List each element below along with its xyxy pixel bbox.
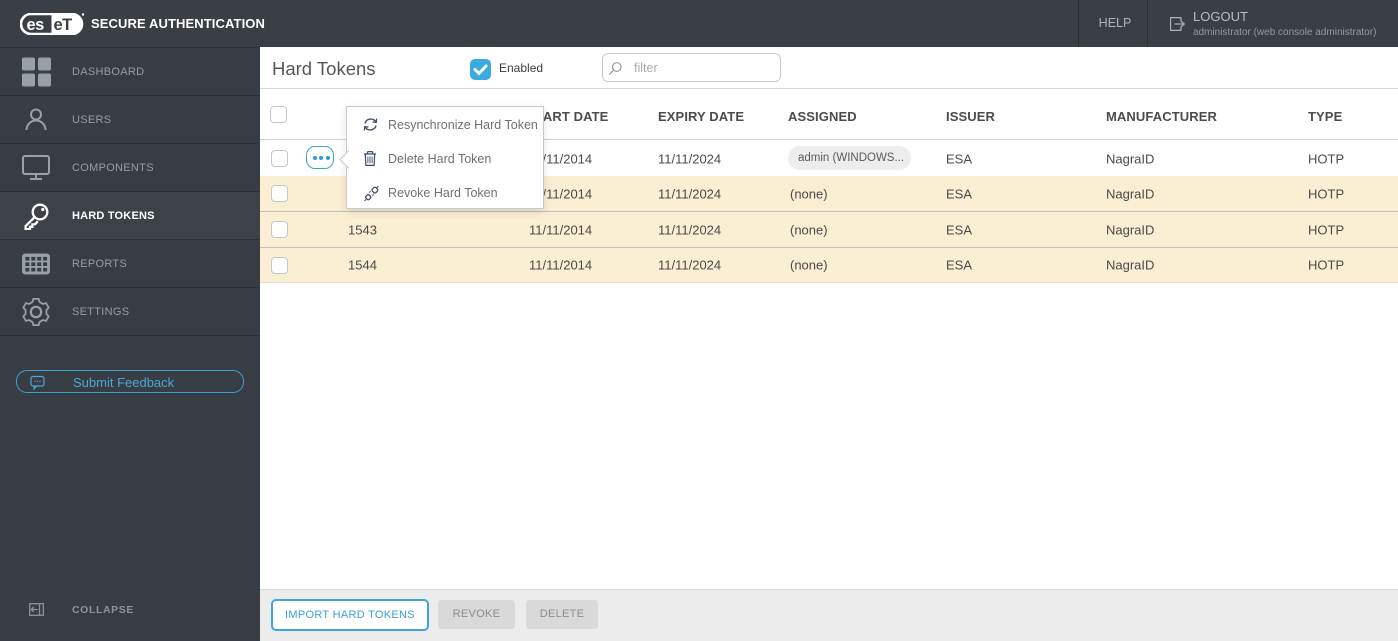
svg-text:es: es [27, 16, 45, 34]
svg-text:eT: eT [54, 16, 73, 34]
